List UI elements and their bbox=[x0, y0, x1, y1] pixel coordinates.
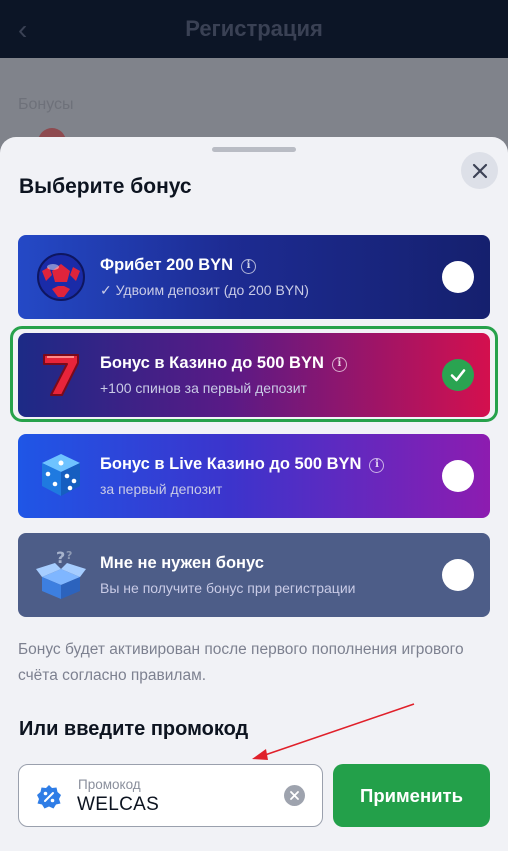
option-radio[interactable] bbox=[442, 261, 474, 293]
option-radio[interactable] bbox=[442, 460, 474, 492]
question-box-icon: ? ? bbox=[36, 548, 86, 599]
option-radio[interactable] bbox=[442, 559, 474, 591]
option-title: Бонус в Казино до 500 BYN i bbox=[100, 354, 347, 373]
option-title-text: Бонус в Казино до 500 BYN bbox=[100, 354, 324, 372]
bonus-option-casino[interactable]: Бонус в Казино до 500 BYN i +100 спинов з… bbox=[18, 333, 490, 417]
promo-code-label: Промокод bbox=[78, 777, 141, 792]
sheet-title: Выберите бонус bbox=[19, 175, 192, 198]
bonus-option-no-bonus[interactable]: ? ? Мне не нужен бонус Вы не получите бо… bbox=[18, 533, 490, 617]
option-subtitle: Вы не получите бонус при регистрации bbox=[100, 580, 356, 596]
option-title-text: Фрибет 200 BYN bbox=[100, 256, 234, 274]
bonus-sheet: Выберите бонус Фрибет 200 BYN i ✓ Удвоим … bbox=[0, 137, 508, 851]
lucky-seven-icon bbox=[43, 354, 79, 396]
background-header-title: Регистрация bbox=[185, 16, 323, 41]
clear-input-button[interactable] bbox=[284, 785, 305, 806]
bonus-option-live-casino[interactable]: Бонус в Live Казино до 500 BYN i за первы… bbox=[18, 434, 490, 518]
close-button[interactable] bbox=[461, 152, 498, 189]
option-title-text: Бонус в Live Казино до 500 BYN bbox=[100, 455, 362, 473]
option-title: Фрибет 200 BYN i bbox=[100, 256, 257, 275]
info-icon[interactable]: i bbox=[331, 357, 347, 372]
background-header: ‹ Регистрация bbox=[0, 0, 508, 58]
svg-text:?: ? bbox=[66, 549, 72, 562]
discount-badge-icon bbox=[37, 785, 61, 809]
close-icon bbox=[472, 163, 487, 178]
football-icon bbox=[37, 253, 85, 301]
info-icon[interactable]: i bbox=[369, 458, 385, 473]
option-subtitle: ✓ Удвоим депозит (до 200 BYN) bbox=[100, 282, 309, 298]
svg-text:?: ? bbox=[56, 548, 65, 567]
info-icon[interactable]: i bbox=[241, 259, 257, 274]
dice-icon bbox=[42, 454, 80, 496]
promo-code-value[interactable]: WELCAS bbox=[77, 794, 159, 816]
option-title: Бонус в Live Казино до 500 BYN i bbox=[100, 455, 385, 474]
checkmark-icon bbox=[450, 369, 466, 382]
bonus-option-freebet[interactable]: Фрибет 200 BYN i ✓ Удвоим депозит (до 200… bbox=[18, 235, 490, 319]
option-subtitle: +100 спинов за первый депозит bbox=[100, 380, 307, 396]
sheet-grabber[interactable] bbox=[212, 147, 296, 152]
clear-icon bbox=[290, 791, 299, 800]
apply-button[interactable]: Применить bbox=[333, 764, 490, 827]
option-radio-checked[interactable] bbox=[442, 359, 474, 391]
promo-code-field[interactable]: Промокод WELCAS bbox=[18, 764, 323, 827]
background-faint-text: Бонусы bbox=[18, 96, 74, 113]
option-subtitle: за первый депозит bbox=[100, 481, 223, 497]
option-title: Мне не нужен бонус bbox=[100, 554, 264, 572]
promo-title: Или введите промокод bbox=[19, 718, 249, 740]
bonus-note: Бонус будет активирован после первого по… bbox=[18, 641, 464, 684]
